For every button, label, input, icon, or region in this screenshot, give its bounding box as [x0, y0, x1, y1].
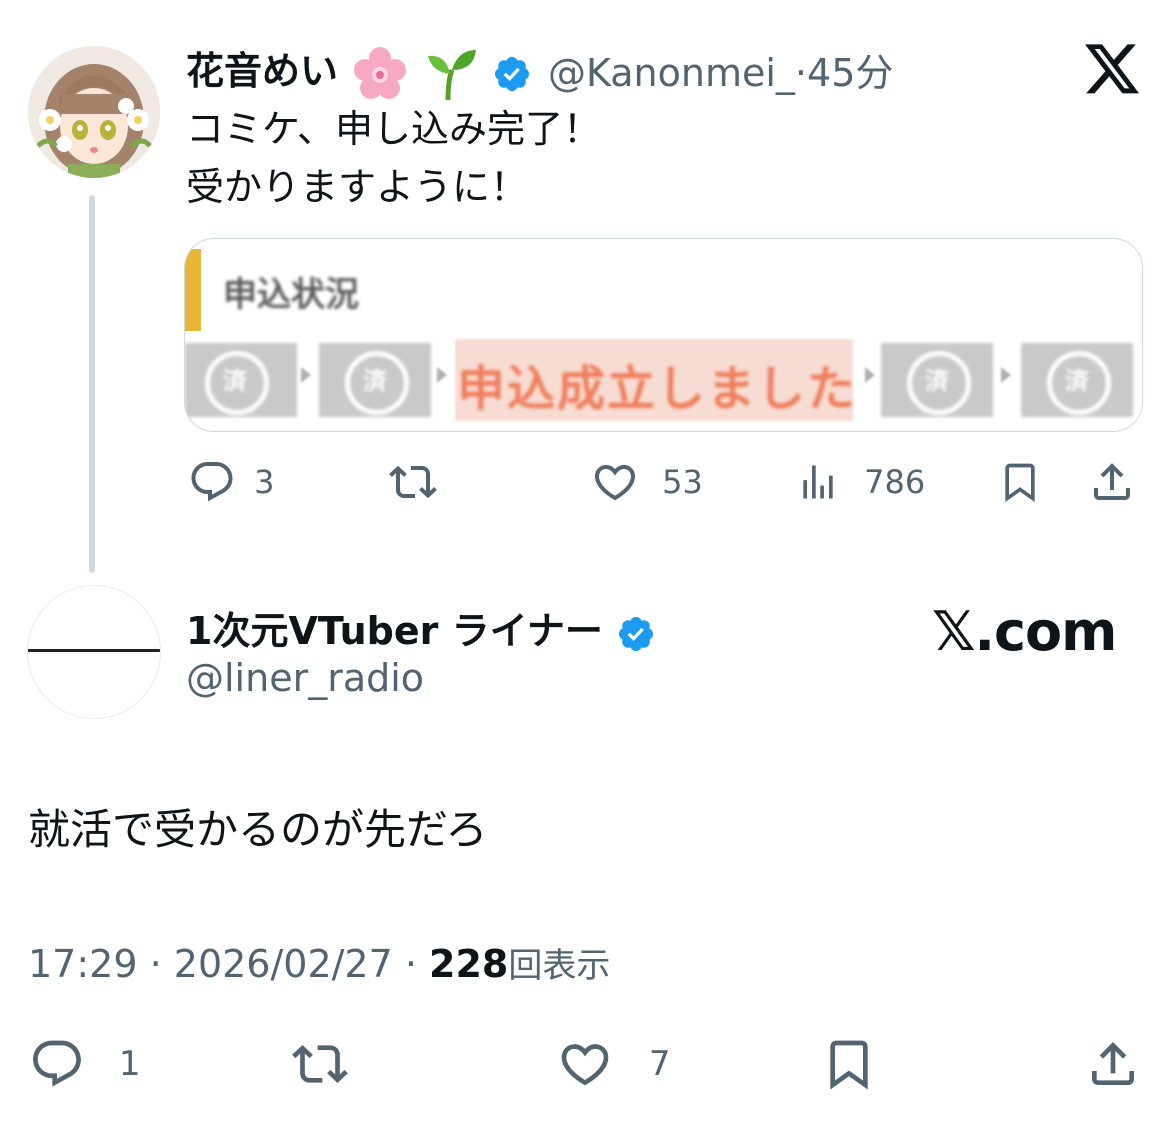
like-count: 7: [648, 1044, 671, 1084]
views-button[interactable]: 786: [796, 458, 925, 506]
share-icon: [1092, 1042, 1134, 1085]
tweet-view-count: 228: [429, 942, 509, 986]
progress-step: 済: [319, 343, 431, 417]
tweet-time[interactable]: 17:29: [28, 942, 138, 986]
step-arrow: [1001, 367, 1011, 383]
retweet-button[interactable]: [288, 1036, 352, 1092]
author-name-row: 花音めい: [186, 40, 532, 103]
thread-connector-line: [89, 195, 95, 573]
tweet-time-ago[interactable]: 45分: [807, 51, 893, 95]
tweet-date[interactable]: 2026/02/27: [174, 942, 393, 986]
reply-icon: [191, 462, 233, 502]
retweet-icon: [389, 465, 437, 499]
author-handle-row: @Kanonmei_·45分: [548, 42, 893, 97]
reply-button[interactable]: 3: [188, 458, 275, 506]
bookmark-icon: [830, 1040, 868, 1090]
tweet-metadata: 17:29 · 2026/02/27 · 228回表示: [28, 938, 610, 987]
tweet-text-line: 受かりますように！: [186, 165, 529, 209]
progress-step: 済: [185, 343, 297, 417]
like-button[interactable]: 53: [590, 458, 703, 506]
step-arrow: [301, 367, 311, 383]
bookmark-button[interactable]: [820, 1036, 878, 1092]
reply-icon: [33, 1040, 81, 1087]
author-avatar[interactable]: [28, 46, 160, 178]
tweet-text: コミケ、申し込み完了！ 受かりますように！: [186, 100, 601, 216]
reply-author-avatar[interactable]: [27, 585, 161, 719]
reply-count: 1: [118, 1044, 141, 1084]
bookmark-icon: [1005, 463, 1035, 503]
avatar-line-graphic: [28, 649, 160, 652]
progress-step: 済: [881, 343, 993, 417]
status-text: 申込成立しました: [457, 361, 858, 417]
author-handle[interactable]: @Kanonmei_: [548, 51, 795, 95]
verified-badge-icon: [616, 614, 656, 654]
separator-dot: ·: [137, 942, 174, 986]
share-button[interactable]: [1084, 1036, 1142, 1092]
retweet-button[interactable]: [386, 458, 440, 506]
share-button[interactable]: [1088, 458, 1136, 506]
verified-badge-icon: [492, 54, 532, 94]
reply-count: 3: [254, 463, 275, 501]
reply-author-display-name[interactable]: 1次元VTuber ライナー: [186, 609, 603, 653]
seedling-icon: [422, 46, 478, 102]
attached-image-card[interactable]: 申込状況 済 済 申込成立しました 済 済: [184, 238, 1143, 432]
card-accent-bar: [185, 249, 201, 331]
x-logo-icon: [1085, 44, 1141, 96]
like-count: 53: [662, 463, 703, 501]
reply-tweet-text: 就活で受かるのが先だろ: [28, 805, 488, 854]
step-arrow: [865, 367, 875, 383]
share-icon: [1094, 463, 1130, 500]
reply-button[interactable]: 1: [28, 1036, 140, 1092]
cherry-blossom-icon: [351, 45, 409, 103]
view-count: 786: [864, 463, 926, 501]
anime-girl-avatar-illustration: [28, 46, 160, 178]
reply-author-handle[interactable]: @liner_radio: [186, 656, 424, 700]
heart-icon: [561, 1044, 609, 1086]
step-arrow: [437, 367, 447, 383]
separator-dot: ·: [392, 942, 430, 986]
card-title: 申込状況: [223, 275, 359, 315]
reply-author-name-row: 1次元VTuber ライナー: [186, 600, 656, 655]
author-display-name[interactable]: 花音めい: [186, 49, 338, 93]
tweet-text-line: コミケ、申し込み完了！: [186, 107, 601, 151]
separator-dot: ·: [794, 51, 808, 95]
analytics-bars-icon: [803, 465, 833, 499]
x-com-brand: 𝕏.com: [932, 600, 1117, 663]
bookmark-button[interactable]: [998, 458, 1042, 506]
like-button[interactable]: 7: [554, 1036, 670, 1092]
heart-icon: [594, 465, 636, 501]
retweet-icon: [292, 1045, 348, 1083]
views-label: 回表示: [508, 946, 611, 986]
progress-step: 済: [1021, 343, 1133, 417]
